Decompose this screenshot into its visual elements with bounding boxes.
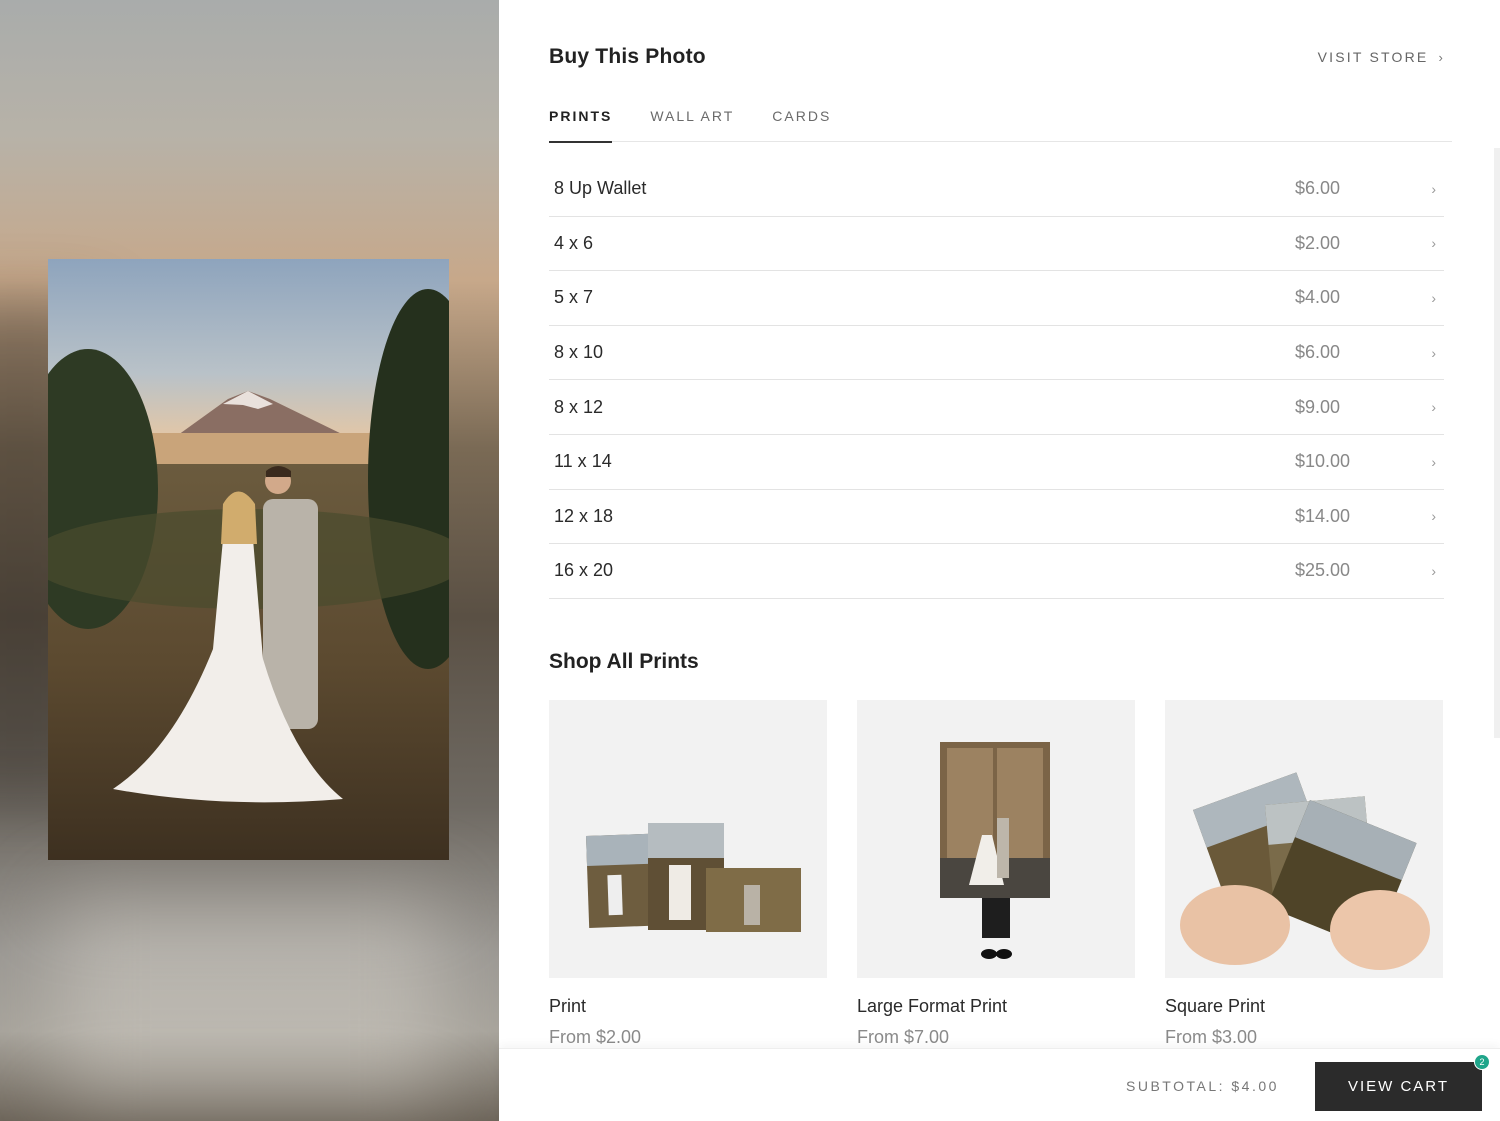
chevron-right-icon: ›	[1431, 289, 1436, 306]
product-price: From $7.00	[857, 1027, 950, 1047]
tab-prints[interactable]: PRINTS	[549, 108, 613, 143]
price-row-8x10[interactable]: 8 x 10 $6.00 ›	[549, 326, 1444, 381]
print-price: $25.00	[1295, 560, 1351, 581]
buy-panel: Buy This Photo VISIT STORE › PRINTS WALL…	[499, 0, 1500, 1121]
product-card-square-print[interactable]: Square Print From $3.00	[1165, 700, 1443, 1048]
chevron-right-icon: ›	[1431, 235, 1436, 252]
print-price: $6.00	[1295, 178, 1341, 199]
shop-all-title: Shop All Prints	[549, 650, 699, 673]
price-row-8x12[interactable]: 8 x 12 $9.00 ›	[549, 380, 1444, 435]
print-size: 4 x 6	[554, 232, 594, 253]
product-card-print[interactable]: Print From $2.00	[549, 700, 827, 1048]
product-image	[1165, 700, 1443, 978]
cart-footer: SUBTOTAL: $4.00 VIEW CART 2	[499, 1048, 1500, 1121]
print-price: $6.00	[1295, 342, 1341, 363]
price-row-8-up-wallet[interactable]: 8 Up Wallet $6.00 ›	[549, 162, 1444, 217]
chevron-right-icon: ›	[1431, 180, 1436, 197]
price-row-11x14[interactable]: 11 x 14 $10.00 ›	[549, 435, 1444, 490]
price-list: 8 Up Wallet $6.00 › 4 x 6 $2.00 › 5 x 7 …	[549, 162, 1444, 599]
view-cart-button[interactable]: VIEW CART	[1315, 1062, 1482, 1111]
visit-store-label: VISIT STORE	[1317, 49, 1429, 65]
product-name: Square Print	[1165, 996, 1266, 1016]
price-row-4x6[interactable]: 4 x 6 $2.00 ›	[549, 217, 1444, 272]
chevron-right-icon: ›	[1438, 49, 1445, 65]
scrollbar[interactable]	[1494, 148, 1500, 738]
print-size: 16 x 20	[554, 560, 614, 581]
photo-backdrop	[0, 0, 499, 1121]
print-price: $9.00	[1295, 396, 1341, 417]
product-grid: Print From $2.00 Large Format Print From…	[549, 700, 1444, 1048]
print-size: 8 x 12	[554, 396, 604, 417]
page-title: Buy This Photo	[549, 45, 706, 68]
chevron-right-icon: ›	[1431, 508, 1436, 525]
product-image	[549, 700, 827, 978]
chevron-right-icon: ›	[1431, 344, 1436, 361]
product-image	[857, 700, 1135, 978]
product-price: From $3.00	[1165, 1027, 1258, 1047]
tab-cards[interactable]: CARDS	[772, 108, 831, 142]
print-price: $4.00	[1295, 287, 1341, 308]
print-size: 8 x 10	[554, 342, 604, 363]
product-card-large-format-print[interactable]: Large Format Print From $7.00	[857, 700, 1135, 1048]
product-name: Large Format Print	[857, 996, 1008, 1016]
product-price: From $2.00	[549, 1027, 642, 1047]
print-size: 8 Up Wallet	[554, 178, 647, 199]
cart-count-badge: 2	[1474, 1054, 1490, 1070]
print-price: $10.00	[1295, 451, 1351, 472]
product-name: Print	[549, 996, 587, 1016]
chevron-right-icon: ›	[1431, 399, 1436, 416]
chevron-right-icon: ›	[1431, 562, 1436, 579]
print-size: 11 x 14	[554, 451, 612, 472]
visit-store-link[interactable]: VISIT STORE ›	[1318, 49, 1445, 65]
price-row-12x18[interactable]: 12 x 18 $14.00 ›	[549, 490, 1444, 545]
price-row-5x7[interactable]: 5 x 7 $4.00 ›	[549, 271, 1444, 326]
print-size: 5 x 7	[554, 287, 594, 308]
print-price: $2.00	[1295, 232, 1341, 253]
chevron-right-icon: ›	[1431, 453, 1436, 470]
product-tabs: PRINTS WALL ART CARDS	[549, 108, 1452, 143]
print-price: $14.00	[1295, 505, 1351, 526]
tab-wall-art[interactable]: WALL ART	[650, 108, 734, 142]
print-size: 12 x 18	[554, 505, 614, 526]
main-photo	[48, 259, 449, 860]
subtotal: SUBTOTAL: $4.00	[1126, 1078, 1279, 1094]
price-row-16x20[interactable]: 16 x 20 $25.00 ›	[549, 544, 1444, 599]
